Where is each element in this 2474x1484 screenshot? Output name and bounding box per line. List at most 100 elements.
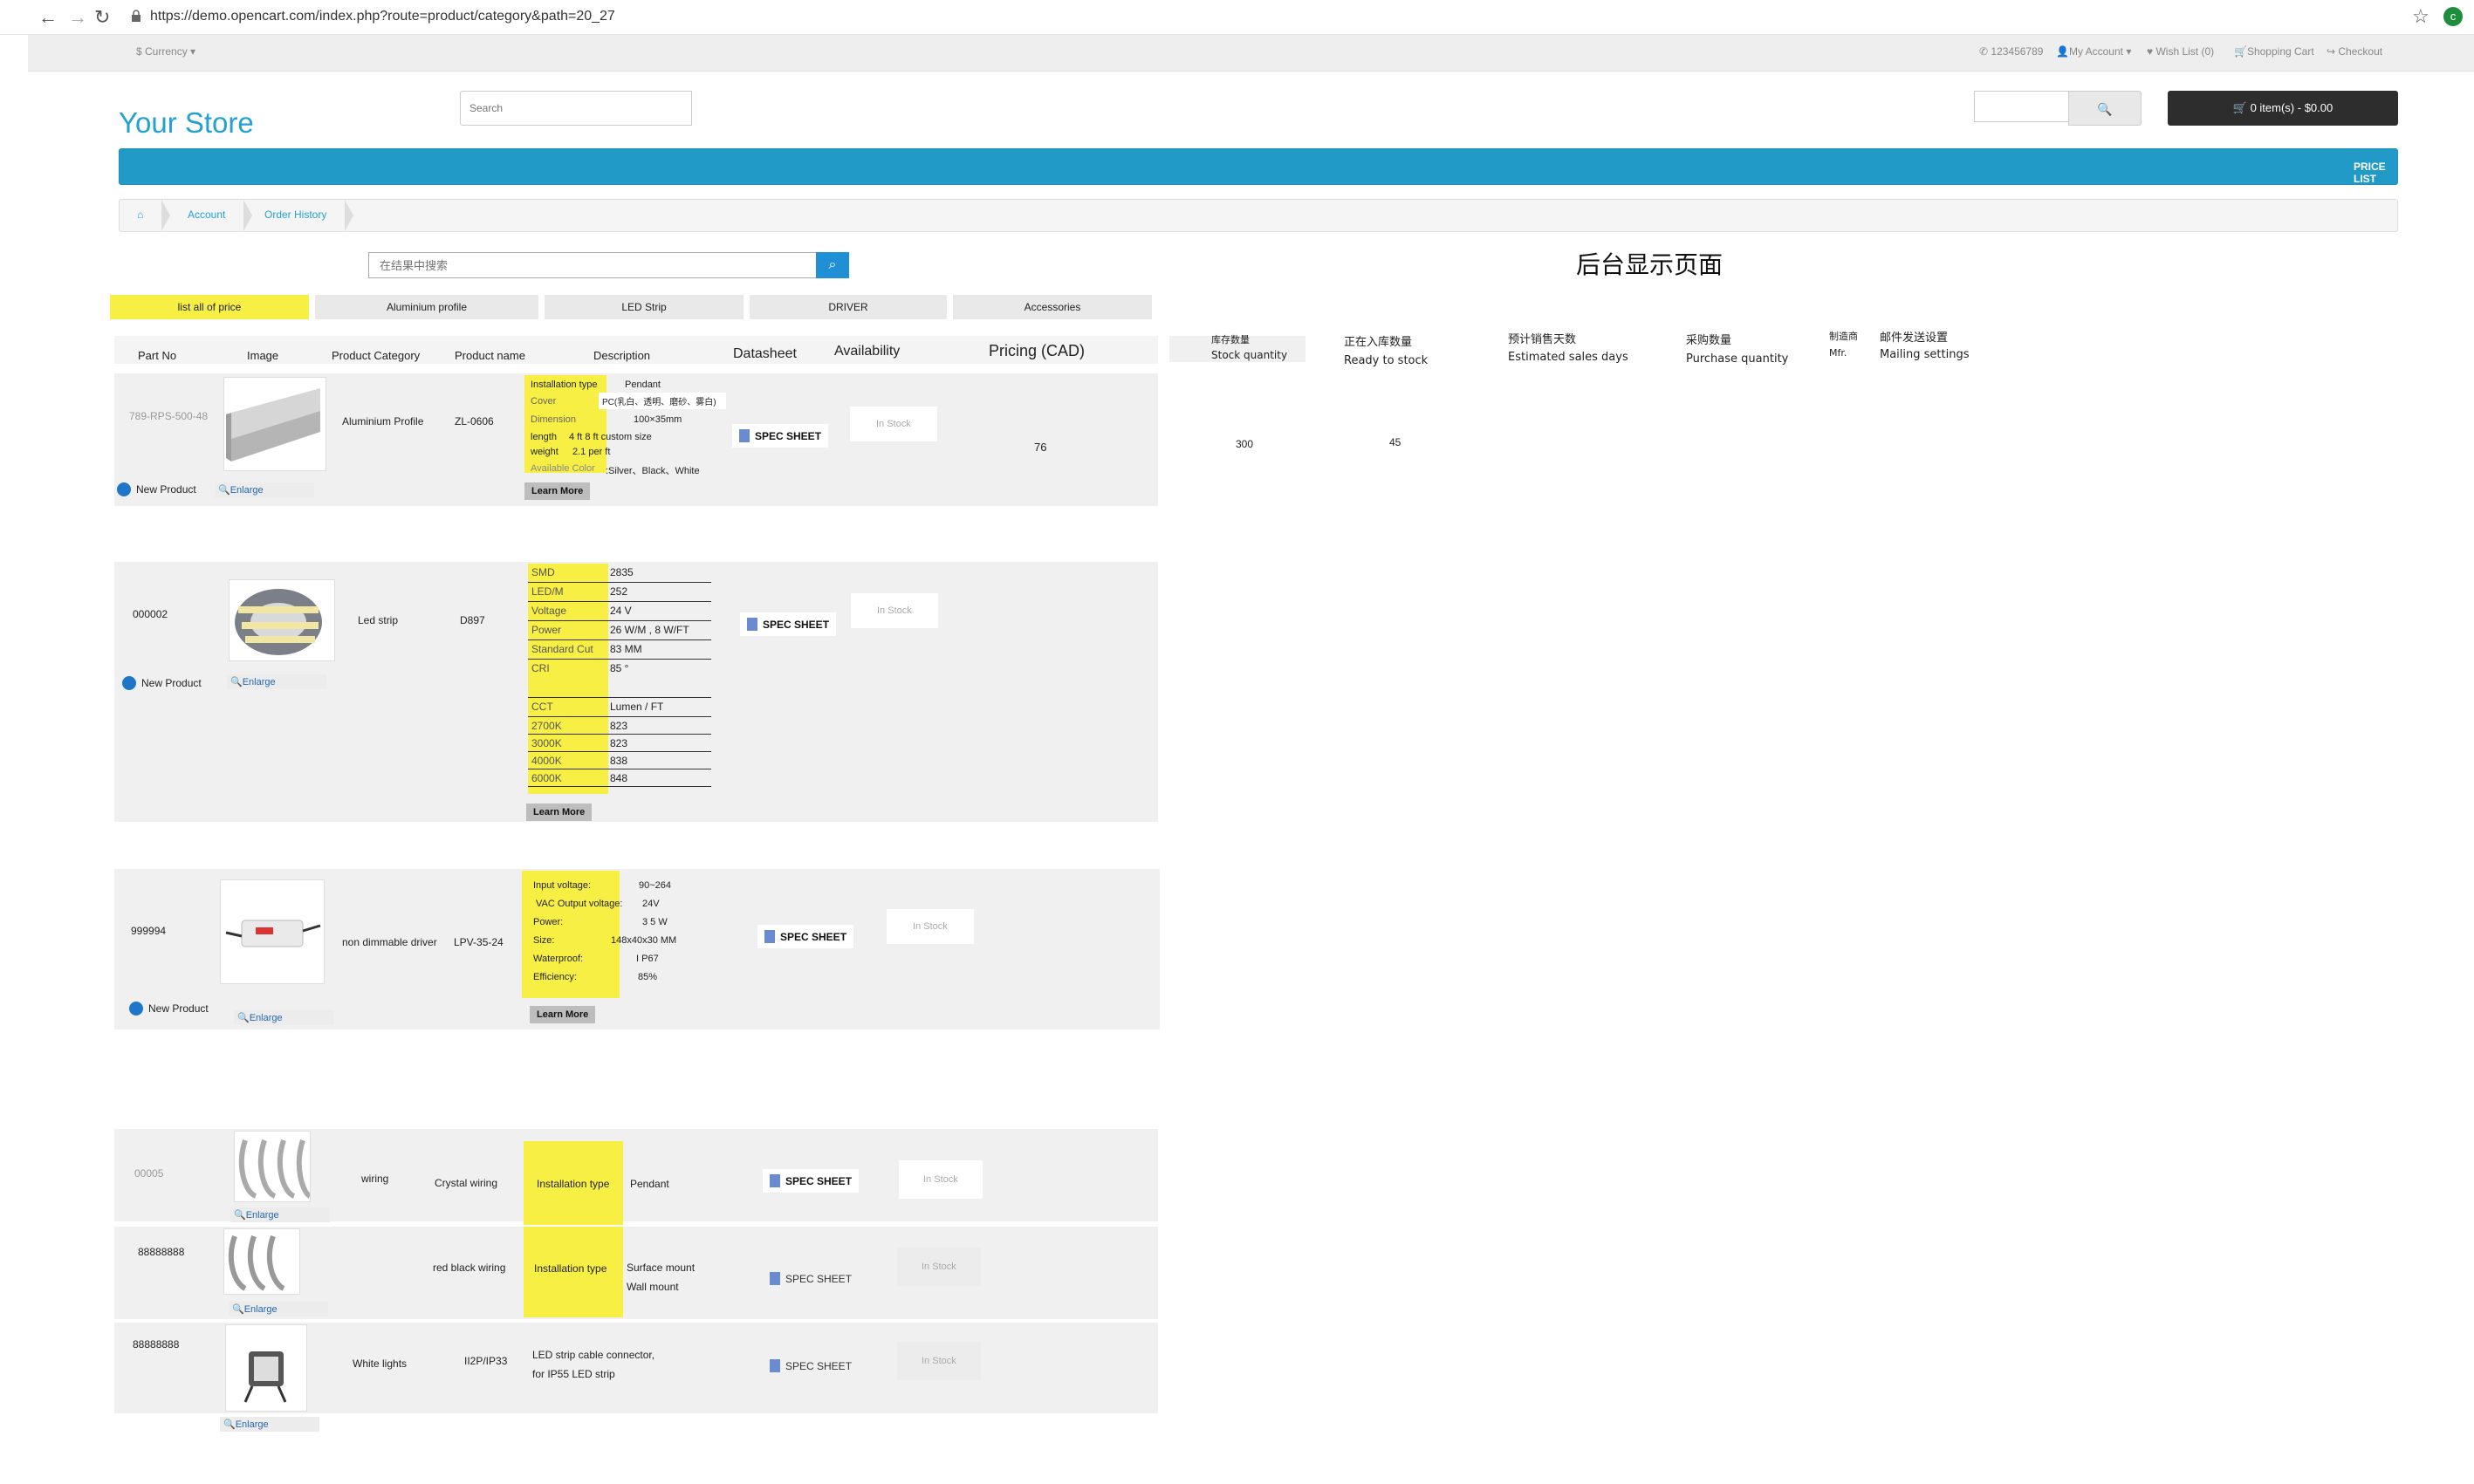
learn-more-button[interactable]: Learn More bbox=[530, 1006, 596, 1023]
breadcrumb-separator bbox=[345, 200, 353, 231]
col-category: Product Category bbox=[332, 349, 421, 362]
price: 76 bbox=[1034, 441, 1047, 454]
col-pricing: Pricing (CAD) bbox=[989, 342, 1086, 359]
document-icon bbox=[764, 930, 775, 943]
col-availability: Availability bbox=[834, 344, 901, 359]
enlarge-link[interactable]: 🔍Enlarge bbox=[227, 674, 326, 689]
desc-value: 3 5 W bbox=[642, 917, 668, 927]
product-image[interactable] bbox=[229, 579, 335, 661]
availability-status: In Stock bbox=[897, 1342, 981, 1380]
new-badge-icon bbox=[122, 676, 136, 690]
bookmark-star-icon[interactable]: ☆ bbox=[2412, 5, 2429, 28]
driver-image bbox=[225, 920, 321, 947]
enlarge-link[interactable]: 🔍Enlarge bbox=[229, 1302, 328, 1316]
spec-sheet-link[interactable]: SPEC SHEET bbox=[763, 1354, 860, 1378]
shopping-cart-link[interactable]: 🛒Shopping Cart bbox=[2234, 45, 2314, 58]
enlarge-link[interactable]: 🔍Enlarge bbox=[234, 1010, 333, 1025]
search-button[interactable]: 🔍 bbox=[2068, 91, 2142, 126]
cart-icon: 🛒 bbox=[2232, 101, 2251, 114]
col-ready-zh: 正在入库数量 bbox=[1344, 336, 1413, 349]
col-stock-zh: 库存数量 bbox=[1211, 334, 1250, 345]
desc-key: Power: bbox=[533, 917, 564, 927]
breadcrumb-separator bbox=[243, 200, 252, 231]
forward-arrow-icon[interactable]: → bbox=[68, 5, 87, 30]
enlarge-link[interactable]: 🔍Enlarge bbox=[215, 482, 314, 497]
search-within-button[interactable]: ⌕ bbox=[816, 252, 849, 278]
spec-row: Voltage 24 V bbox=[528, 602, 711, 621]
tab-led-strip[interactable]: LED Strip bbox=[545, 295, 744, 319]
phone-link[interactable]: ✆ 123456789 bbox=[1979, 45, 2043, 58]
enlarge-link[interactable]: 🔍Enlarge bbox=[230, 1207, 330, 1222]
main-menu-bar: PRICE LIST bbox=[119, 148, 2398, 185]
spec-sheet-link[interactable]: SPEC SHEET bbox=[763, 1267, 860, 1290]
search-within-input[interactable] bbox=[368, 252, 817, 278]
desc-value: 2.1 per ft bbox=[572, 447, 611, 457]
spec-sheet-link[interactable]: SPEC SHEET bbox=[732, 424, 829, 448]
product-image[interactable] bbox=[223, 1228, 300, 1295]
desc-key: VAC Output voltage: bbox=[536, 899, 623, 909]
new-product-badge: New Product bbox=[117, 482, 196, 496]
profile-avatar[interactable]: c bbox=[2443, 7, 2463, 26]
availability-status: In Stock bbox=[897, 1248, 981, 1286]
zoom-icon: 🔍 bbox=[234, 1210, 246, 1221]
breadcrumb-order-history[interactable]: Order History bbox=[264, 209, 326, 221]
col-mail-en: Mailing settings bbox=[1880, 348, 1970, 361]
learn-more-button[interactable]: Learn More bbox=[524, 482, 591, 500]
col-est-en: Estimated sales days bbox=[1508, 351, 1628, 364]
desc-key: Size: bbox=[533, 935, 555, 946]
address-bar[interactable]: https://demo.opencart.com/index.php?rout… bbox=[150, 9, 615, 24]
search-icon: 🔍 bbox=[2097, 102, 2113, 116]
part-no: 999994 bbox=[131, 925, 167, 937]
part-no: 88888888 bbox=[138, 1246, 185, 1258]
desc-value: 148x40x30 MM bbox=[611, 935, 677, 946]
availability-status: In Stock bbox=[850, 407, 937, 441]
desc-key: length bbox=[531, 432, 557, 442]
desc-value: Pendant bbox=[625, 380, 661, 390]
product-name: II2P/IP33 bbox=[464, 1355, 508, 1367]
learn-more-button[interactable]: Learn More bbox=[526, 804, 593, 821]
tab-aluminium-profile[interactable]: Aluminium profile bbox=[315, 295, 538, 319]
product-image[interactable] bbox=[225, 1324, 307, 1412]
checkout-link[interactable]: ↪ Checkout bbox=[2327, 45, 2382, 58]
user-icon: 👤 bbox=[2056, 45, 2069, 58]
store-logo[interactable]: Your Store bbox=[119, 106, 254, 140]
breadcrumb-separator bbox=[161, 200, 170, 231]
product-image[interactable] bbox=[223, 377, 326, 471]
home-icon[interactable]: ⌂ bbox=[137, 209, 143, 221]
search-input-extension[interactable] bbox=[1974, 91, 2068, 122]
tab-accessories[interactable]: Accessories bbox=[953, 295, 1152, 319]
cart-button[interactable]: 🛒 0 item(s) - $0.00 bbox=[2168, 91, 2398, 126]
zoom-icon: 🔍 bbox=[223, 1419, 236, 1430]
new-product-badge: New Product bbox=[122, 676, 202, 690]
desc-key: Input voltage: bbox=[533, 880, 592, 891]
col-part-no: Part No bbox=[138, 349, 177, 362]
backend-title: 后台显示页面 bbox=[1576, 250, 1724, 279]
spec-row: Standard Cut 83 MM bbox=[528, 640, 711, 660]
new-badge-icon bbox=[129, 1002, 143, 1016]
desc-value: 85% bbox=[638, 972, 658, 982]
reload-icon[interactable]: ↻ bbox=[94, 5, 110, 30]
spec-sheet-link[interactable]: SPEC SHEET bbox=[740, 612, 837, 636]
spec-sheet-link[interactable]: SPEC SHEET bbox=[763, 1169, 860, 1193]
zoom-icon: 🔍 bbox=[218, 485, 230, 496]
tab-all-price[interactable]: list all of price bbox=[110, 295, 309, 319]
breadcrumb-account[interactable]: Account bbox=[188, 209, 225, 221]
search-input[interactable] bbox=[460, 91, 692, 126]
price-list-link[interactable]: PRICE LIST bbox=[2354, 161, 2397, 185]
currency-dropdown[interactable]: $ Currency ▾ bbox=[136, 45, 195, 58]
my-account-dropdown[interactable]: 👤My Account ▾ bbox=[2056, 45, 2131, 58]
enlarge-link[interactable]: 🔍Enlarge bbox=[220, 1417, 319, 1432]
col-purchase-zh: 采购数量 bbox=[1686, 334, 1732, 347]
product-name: LPV-35-24 bbox=[454, 936, 504, 948]
installation-label: Installation type bbox=[534, 1262, 607, 1275]
wishlist-link[interactable]: ♥ Wish List (0) bbox=[2147, 45, 2214, 58]
desc-key: Waterproof: bbox=[533, 954, 584, 964]
col-ready-en: Ready to stock bbox=[1344, 354, 1429, 367]
spec-sheet-link[interactable]: SPEC SHEET bbox=[757, 925, 854, 948]
top-nav-bar: $ Currency ▾ ✆ 123456789 👤My Account ▾ ♥… bbox=[28, 35, 2474, 72]
product-image[interactable] bbox=[220, 879, 325, 984]
product-image[interactable] bbox=[234, 1131, 311, 1202]
back-arrow-icon[interactable]: ← bbox=[38, 5, 58, 30]
tab-driver[interactable]: DRIVER bbox=[750, 295, 947, 319]
browser-toolbar: ← → ↻ https://demo.opencart.com/index.ph… bbox=[0, 0, 2474, 35]
